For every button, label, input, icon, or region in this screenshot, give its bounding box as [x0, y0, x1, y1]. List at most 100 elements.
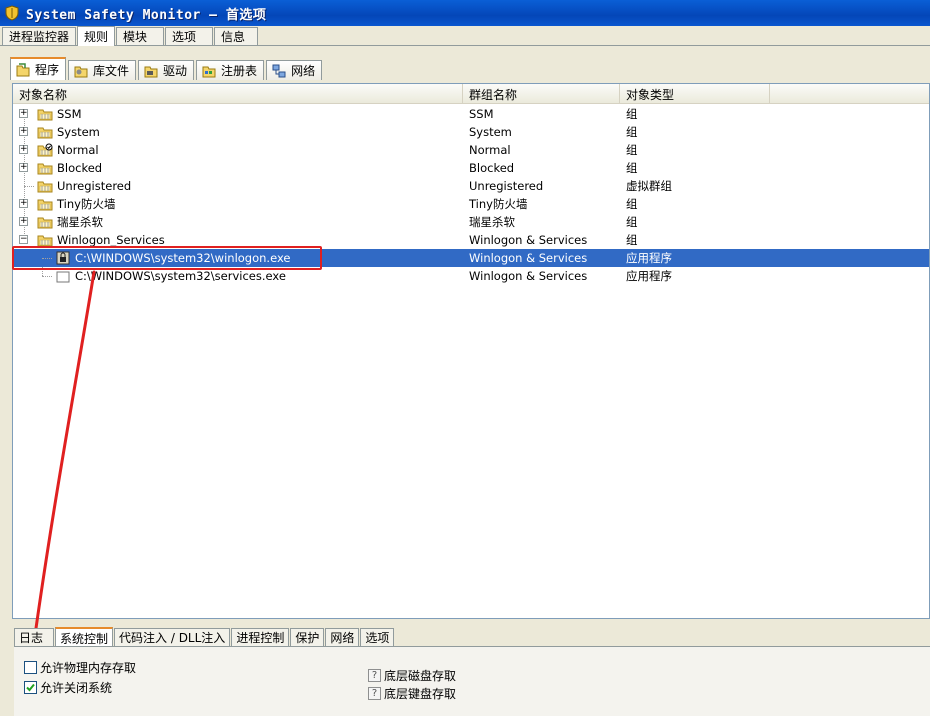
- tab-options[interactable]: 选项: [165, 27, 214, 45]
- expand-icon[interactable]: +: [19, 217, 28, 226]
- disk-label: 底层磁盘存取: [384, 669, 457, 683]
- sub-tab-bar: 程序 库文件 驱动 注册表 网络: [10, 56, 324, 80]
- cell-object-type: 组: [626, 233, 638, 247]
- table-row[interactable]: + SSM SSM 组: [13, 105, 929, 123]
- phys-mem-checkbox[interactable]: [24, 661, 37, 674]
- table-row[interactable]: + Blocked Blocked 组: [13, 159, 929, 177]
- btab-network[interactable]: 网络: [325, 628, 360, 646]
- table-row[interactable]: + 瑞星杀软 瑞星杀软 组: [13, 213, 929, 231]
- btab-process-control[interactable]: 进程控制: [231, 628, 290, 646]
- shutdown-label: 允许关闭系统: [40, 681, 113, 695]
- btab-code-injection[interactable]: 代码注入 / DLL注入: [114, 628, 231, 646]
- table-row[interactable]: Unregistered Unregistered 虚拟群组: [13, 177, 929, 195]
- cell-object-type: 虚拟群组: [626, 179, 672, 193]
- subtab-network-label: 网络: [291, 64, 316, 78]
- cell-object-type: 组: [626, 107, 638, 121]
- cell-object-type: 组: [626, 125, 638, 139]
- cell-group-name: Winlogon & Services: [469, 251, 588, 265]
- folder-icon: [37, 109, 53, 121]
- subtab-libraries[interactable]: 库文件: [68, 60, 137, 80]
- folder-check-icon: [37, 143, 53, 157]
- col-object-type[interactable]: 对象类型: [620, 84, 770, 104]
- subtab-programs-label: 程序: [35, 63, 60, 77]
- col-object-name[interactable]: 对象名称: [13, 84, 463, 104]
- object-name-text: Normal: [57, 143, 99, 157]
- cell-object-name: Unregistered: [13, 177, 463, 195]
- expand-icon[interactable]: +: [19, 109, 28, 118]
- tree-guide: [42, 276, 52, 277]
- expand-icon[interactable]: +: [19, 163, 28, 172]
- object-name-text: Tiny防火墙: [57, 197, 116, 211]
- option-disk[interactable]: ? 底层磁盘存取: [368, 667, 456, 684]
- registry-icon: [202, 66, 216, 77]
- keyboard-question-icon[interactable]: ?: [368, 687, 381, 700]
- title-bar: System Safety Monitor — 首选项: [0, 0, 930, 26]
- folder-icon: [37, 181, 53, 193]
- folder-icon: [37, 199, 53, 211]
- subtab-network[interactable]: 网络: [266, 60, 323, 80]
- shield-icon: [5, 5, 19, 21]
- expand-icon[interactable]: +: [19, 145, 28, 154]
- col-filler: [770, 84, 929, 104]
- table-row[interactable]: + Normal Normal 组: [13, 141, 929, 159]
- cell-object-name: + Normal: [13, 141, 463, 159]
- subtab-programs[interactable]: 程序: [10, 57, 67, 80]
- annotation-highlight-box: [12, 246, 322, 270]
- cell-group-name: SSM: [469, 107, 494, 121]
- expand-icon[interactable]: +: [19, 127, 28, 136]
- list-header: 对象名称 群组名称 对象类型: [13, 84, 929, 104]
- tab-rules[interactable]: 规则: [77, 26, 116, 46]
- btab-log[interactable]: 日志: [14, 628, 54, 646]
- object-name-text: Winlogon_Services: [57, 233, 165, 247]
- cell-object-type: 组: [626, 143, 638, 157]
- object-name-text: Unregistered: [57, 179, 132, 193]
- tree-guide: [24, 186, 34, 187]
- tab-modules[interactable]: 模块: [116, 27, 165, 45]
- program-icon: [16, 62, 30, 76]
- cell-group-name: Blocked: [469, 161, 515, 175]
- folder-icon: [37, 217, 53, 229]
- disk-question-icon[interactable]: ?: [368, 669, 381, 682]
- shutdown-checkbox[interactable]: [24, 681, 37, 694]
- tab-info[interactable]: 信息: [214, 27, 259, 45]
- cell-object-type: 组: [626, 215, 638, 229]
- btab-options[interactable]: 选项: [360, 628, 395, 646]
- cell-object-name: + System: [13, 123, 463, 141]
- cell-group-name: System: [469, 125, 512, 139]
- object-name-text: System: [57, 125, 100, 139]
- btab-protection[interactable]: 保护: [290, 628, 325, 646]
- checkmark-icon: [26, 683, 35, 692]
- btab-system-control[interactable]: 系统控制: [55, 627, 114, 647]
- object-name-text: 瑞星杀软: [57, 215, 103, 229]
- object-name-text: C:\WINDOWS\system32\services.exe: [75, 269, 286, 283]
- col-group-name[interactable]: 群组名称: [463, 84, 620, 104]
- subtab-drivers[interactable]: 驱动: [138, 60, 195, 80]
- collapse-icon[interactable]: −: [19, 235, 28, 244]
- network-icon: [272, 64, 286, 77]
- bottom-tab-bar: 日志 系统控制 代码注入 / DLL注入 进程控制 保护 网络 选项: [14, 626, 395, 647]
- table-row[interactable]: + System System 组: [13, 123, 929, 141]
- folder-icon: [37, 163, 53, 175]
- object-name-text: SSM: [57, 107, 82, 121]
- cell-group-name: Winlogon & Services: [469, 233, 588, 247]
- cell-object-type: 应用程序: [626, 251, 672, 265]
- table-row[interactable]: + Tiny防火墙 Tiny防火墙 组: [13, 195, 929, 213]
- cell-group-name: Winlogon & Services: [469, 269, 588, 283]
- window-title: System Safety Monitor — 首选项: [26, 7, 267, 23]
- tab-process-monitor[interactable]: 进程监控器: [2, 27, 77, 45]
- app-icon: [56, 271, 70, 283]
- cell-object-type: 应用程序: [626, 269, 672, 283]
- cell-object-name: + SSM: [13, 105, 463, 123]
- folder-icon: [37, 127, 53, 139]
- keyboard-label: 底层键盘存取: [384, 687, 457, 701]
- option-phys-mem[interactable]: 允许物理内存存取: [24, 659, 136, 676]
- cell-group-name: Tiny防火墙: [469, 197, 528, 211]
- option-keyboard[interactable]: ? 底层键盘存取: [368, 685, 456, 702]
- main-tab-bar: 进程监控器 规则 模块 选项 信息: [0, 26, 930, 46]
- option-shutdown[interactable]: 允许关闭系统: [24, 679, 112, 696]
- rules-list-view[interactable]: 对象名称 群组名称 对象类型 + SSM SSM 组 + System System 组 + No…: [12, 83, 930, 619]
- cell-group-name: 瑞星杀软: [469, 215, 515, 229]
- phys-mem-label: 允许物理内存存取: [40, 661, 137, 675]
- subtab-registry[interactable]: 注册表: [196, 60, 265, 80]
- expand-icon[interactable]: +: [19, 199, 28, 208]
